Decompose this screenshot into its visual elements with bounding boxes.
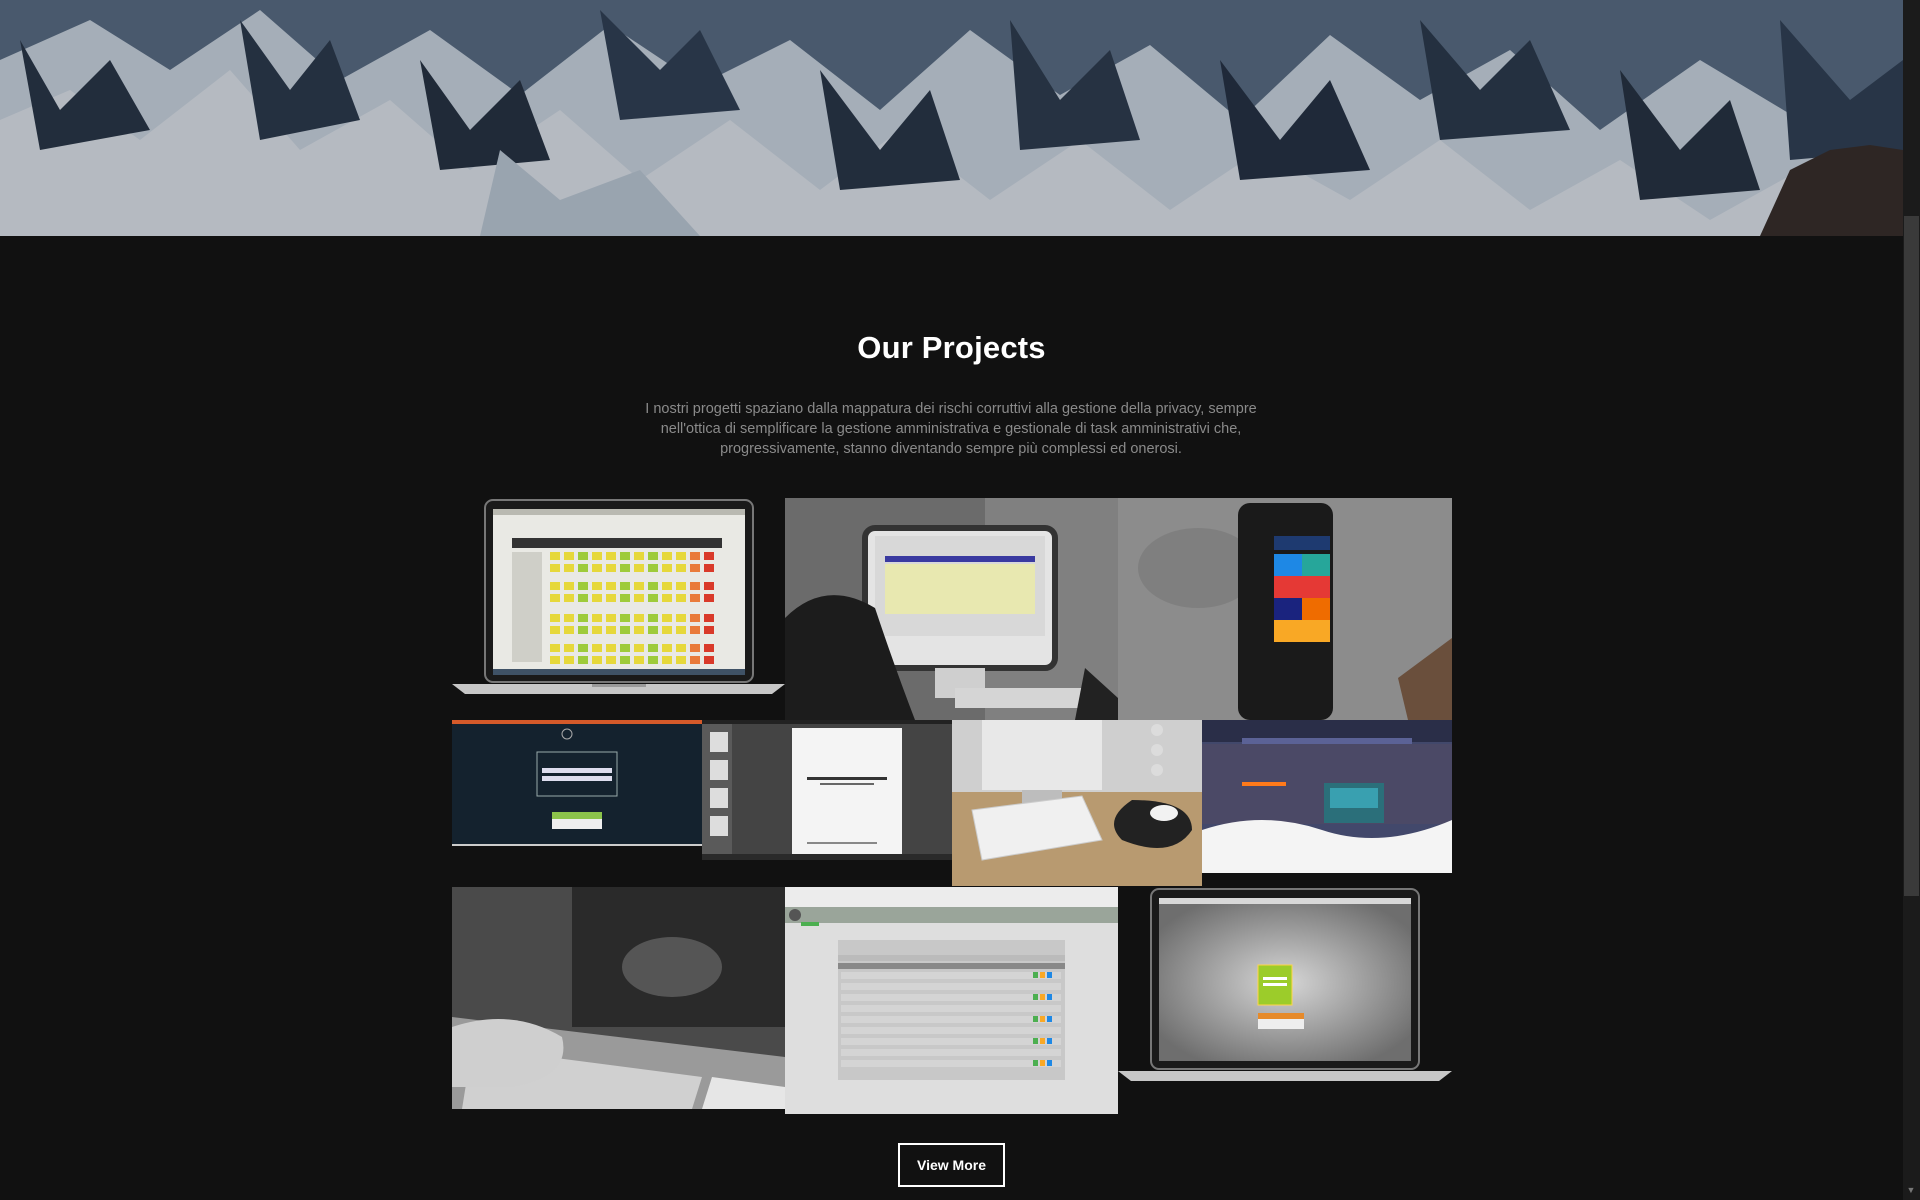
project-tile-registro-pdf[interactable] [702,720,952,860]
page-scrollbar-thumb[interactable] [1904,216,1919,896]
section-intro: I nostri progetti spaziano dalla mappatu… [645,401,1257,457]
project-tile-imac-desk-keyboard[interactable] [952,720,1202,886]
project-tile-registro-trattamenti[interactable] [785,887,1118,1114]
project-tile-laptop-mappatura[interactable] [1118,887,1452,1083]
project-tile-website-hero[interactable] [1202,720,1452,873]
project-tile-hands-typing[interactable] [452,887,785,1109]
section-title: Our Projects [857,330,1046,365]
view-more-button[interactable]: View More [898,1143,1005,1187]
project-tile-smartphone-app[interactable] [1118,498,1452,720]
project-tile-imac-user-photo[interactable] [785,498,1118,720]
scroll-down-arrow-icon[interactable]: ▼ [1905,1184,1917,1196]
hero-mountain-banner [0,0,1903,236]
project-tile-login-screen[interactable] [452,720,702,846]
project-tile-laptop-risk-matrix[interactable] [452,498,785,720]
